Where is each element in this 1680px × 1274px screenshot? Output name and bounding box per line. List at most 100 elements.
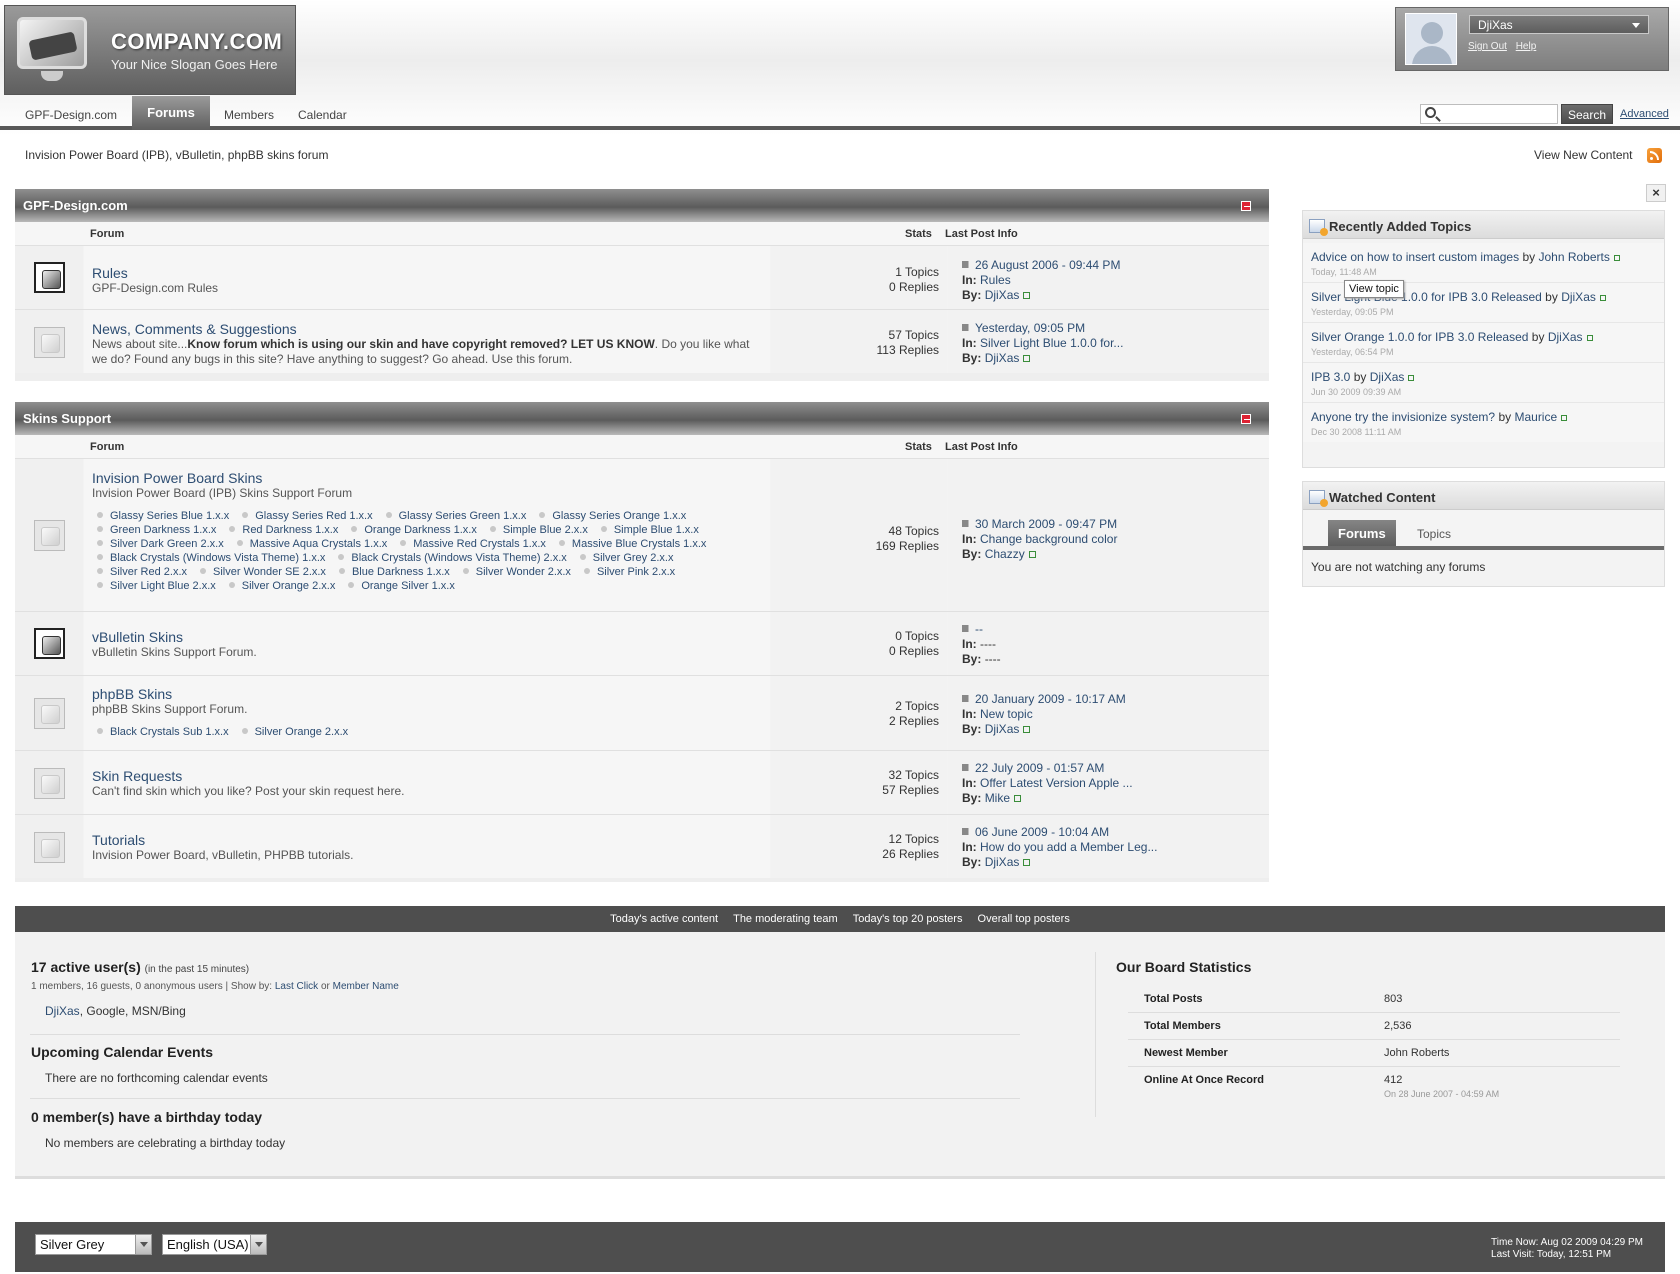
last-post-date[interactable]: Yesterday, 09:05 PM	[975, 321, 1085, 335]
skin-selector[interactable]: Silver Grey	[35, 1234, 152, 1255]
category-title[interactable]: Skins Support	[23, 411, 111, 426]
overall-top-posters-link[interactable]: Overall top posters	[978, 913, 1070, 925]
last-post-topic[interactable]: New topic	[980, 707, 1033, 721]
moderating-team-link[interactable]: The moderating team	[733, 913, 838, 925]
subforum-link[interactable]: Massive Red Crystals 1.x.x	[395, 537, 546, 551]
search-button[interactable]: Search	[1561, 104, 1613, 124]
forum-title[interactable]: vBulletin Skins	[92, 629, 762, 645]
category-title[interactable]: GPF-Design.com	[23, 198, 128, 213]
collapse-icon[interactable]	[1241, 414, 1251, 424]
profile-card-icon[interactable]	[1586, 335, 1593, 341]
collapse-icon[interactable]	[1241, 201, 1251, 211]
go-to-last-post-icon[interactable]	[962, 828, 971, 835]
tab-members[interactable]: Members	[224, 96, 274, 130]
last-post-author[interactable]: DjiXas	[985, 288, 1020, 302]
tab-watched-topics[interactable]: Topics	[1407, 520, 1461, 546]
tab-calendar[interactable]: Calendar	[298, 96, 347, 130]
forum-title[interactable]: Rules	[92, 265, 762, 281]
subforum-link[interactable]: Blue Darkness 1.x.x	[334, 565, 450, 579]
subforum-link[interactable]: Orange Darkness 1.x.x	[346, 523, 477, 537]
close-sidebar-button[interactable]: ×	[1646, 184, 1666, 202]
subforum-link[interactable]: Black Crystals (Windows Vista Theme) 2.x…	[333, 551, 566, 565]
show-by-last-click-link[interactable]: Last Click	[275, 981, 318, 992]
avatar[interactable]	[1405, 13, 1457, 65]
newest-member-link[interactable]: John Roberts	[1384, 1047, 1449, 1059]
subforum-link[interactable]: Silver Orange 2.x.x	[237, 725, 349, 739]
subforum-link[interactable]: Glassy Series Red 1.x.x	[237, 509, 372, 523]
recent-topic-link[interactable]: IPB 3.0	[1311, 370, 1350, 384]
view-new-content-link[interactable]: View New Content	[1534, 148, 1633, 162]
forum-title[interactable]: phpBB Skins	[92, 686, 762, 702]
last-post-author[interactable]: DjiXas	[985, 722, 1020, 736]
profile-card-icon[interactable]	[1561, 415, 1568, 421]
online-member-link[interactable]: DjiXas	[45, 1004, 80, 1018]
last-post-topic[interactable]: Change background color	[980, 532, 1117, 546]
help-link[interactable]: Help	[1516, 41, 1537, 52]
last-post-topic[interactable]: Offer Latest Version Apple ...	[980, 776, 1133, 790]
go-to-last-post-icon[interactable]	[962, 625, 971, 632]
subforum-link[interactable]: Orange Silver 1.x.x	[343, 579, 455, 593]
profile-card-icon[interactable]	[1023, 355, 1031, 362]
subforum-link[interactable]: Red Darkness 1.x.x	[224, 523, 338, 537]
go-to-last-post-icon[interactable]	[962, 324, 971, 331]
recent-topic-link[interactable]: Anyone try the invisionize system?	[1311, 410, 1495, 424]
profile-card-icon[interactable]	[1408, 375, 1415, 381]
profile-card-icon[interactable]	[1023, 859, 1031, 866]
subforum-link[interactable]: Glassy Series Blue 1.x.x	[92, 509, 229, 523]
recent-topic-author[interactable]: DjiXas	[1561, 290, 1596, 304]
subforum-link[interactable]: Silver Wonder 2.x.x	[458, 565, 571, 579]
breadcrumb[interactable]: Invision Power Board (IPB), vBulletin, p…	[25, 148, 328, 162]
last-post-topic[interactable]: Silver Light Blue 1.0.0 for...	[980, 336, 1123, 350]
user-menu-dropdown[interactable]: DjiXas	[1469, 15, 1649, 34]
tab-watched-forums[interactable]: Forums	[1328, 520, 1396, 546]
subforum-link[interactable]: Silver Light Blue 2.x.x	[92, 579, 216, 593]
subforum-link[interactable]: Silver Wonder SE 2.x.x	[195, 565, 326, 579]
search-input[interactable]	[1420, 104, 1558, 124]
subforum-link[interactable]: Massive Blue Crystals 1.x.x	[554, 537, 706, 551]
language-selector[interactable]: English (USA)	[162, 1234, 267, 1255]
subforum-link[interactable]: Massive Aqua Crystals 1.x.x	[232, 537, 388, 551]
subforum-link[interactable]: Black Crystals (Windows Vista Theme) 1.x…	[92, 551, 325, 565]
go-to-last-post-icon[interactable]	[962, 695, 971, 702]
profile-card-icon[interactable]	[1023, 292, 1031, 299]
last-post-date[interactable]: --	[975, 622, 983, 636]
forum-title[interactable]: News, Comments & Suggestions	[92, 321, 762, 337]
recent-topic-author[interactable]: John Roberts	[1538, 250, 1609, 264]
last-post-author[interactable]: Mike	[985, 791, 1010, 805]
logo[interactable]: COMPANY.COM Your Nice Slogan Goes Here	[4, 5, 296, 95]
recent-topic-author[interactable]: Maurice	[1514, 410, 1557, 424]
recent-topic-link[interactable]: Advice on how to insert custom images	[1311, 250, 1519, 264]
profile-card-icon[interactable]	[1014, 795, 1022, 802]
last-post-date[interactable]: 22 July 2009 - 01:57 AM	[975, 761, 1104, 775]
recent-topic-author[interactable]: DjiXas	[1370, 370, 1405, 384]
last-post-date[interactable]: 06 June 2009 - 10:04 AM	[975, 825, 1109, 839]
last-post-date[interactable]: 30 March 2009 - 09:47 PM	[975, 517, 1117, 531]
subforum-link[interactable]: Silver Dark Green 2.x.x	[92, 537, 224, 551]
subforum-link[interactable]: Glassy Series Orange 1.x.x	[534, 509, 686, 523]
forum-title[interactable]: Skin Requests	[92, 768, 762, 784]
subforum-link[interactable]: Simple Blue 2.x.x	[485, 523, 588, 537]
subforum-link[interactable]: Simple Blue 1.x.x	[596, 523, 699, 537]
subforum-link[interactable]: Glassy Series Green 1.x.x	[381, 509, 527, 523]
profile-card-icon[interactable]	[1599, 295, 1606, 301]
last-post-author[interactable]: Chazzy	[985, 547, 1025, 561]
recent-topic-link[interactable]: Silver Orange 1.0.0 for IPB 3.0 Released	[1311, 330, 1528, 344]
go-to-last-post-icon[interactable]	[962, 261, 971, 268]
last-post-topic[interactable]: How do you add a Member Leg...	[980, 840, 1157, 854]
sign-out-link[interactable]: Sign Out	[1468, 41, 1507, 52]
profile-card-icon[interactable]	[1028, 551, 1036, 558]
subforum-link[interactable]: Silver Grey 2.x.x	[575, 551, 674, 565]
tab-gpf-design[interactable]: GPF-Design.com	[25, 96, 117, 130]
last-post-author[interactable]: DjiXas	[985, 351, 1020, 365]
todays-active-content-link[interactable]: Today's active content	[610, 913, 718, 925]
last-post-author[interactable]: DjiXas	[985, 855, 1020, 869]
subforum-link[interactable]: Silver Orange 2.x.x	[224, 579, 336, 593]
subforum-link[interactable]: Green Darkness 1.x.x	[92, 523, 216, 537]
profile-card-icon[interactable]	[1613, 255, 1620, 261]
last-post-date[interactable]: 26 August 2006 - 09:44 PM	[975, 258, 1120, 272]
last-post-date[interactable]: 20 January 2009 - 10:17 AM	[975, 692, 1126, 706]
go-to-last-post-icon[interactable]	[962, 764, 971, 771]
forum-title[interactable]: Tutorials	[92, 832, 762, 848]
go-to-last-post-icon[interactable]	[962, 520, 971, 527]
subforum-link[interactable]: Silver Red 2.x.x	[92, 565, 187, 579]
